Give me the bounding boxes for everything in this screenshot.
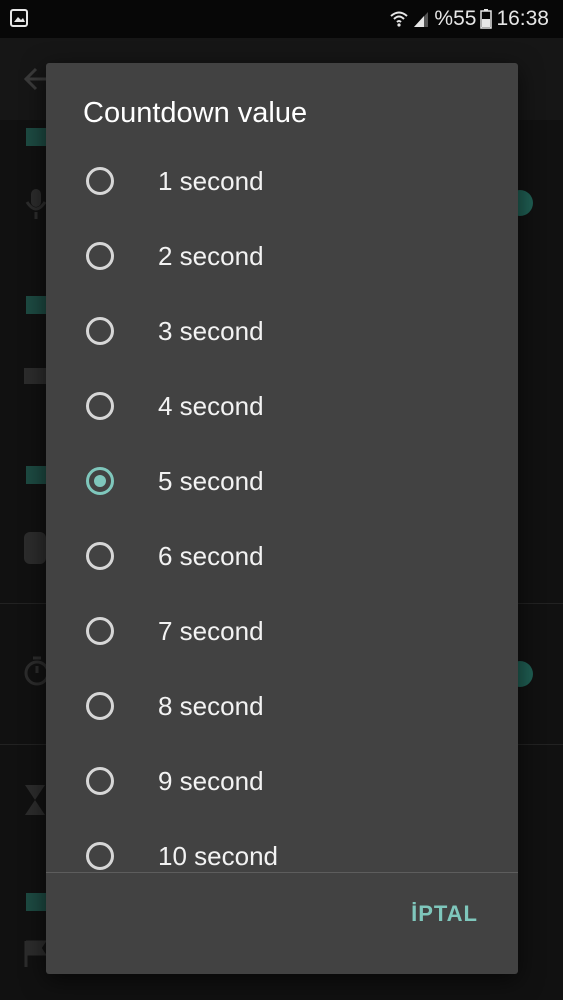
option-2-second[interactable]: 2 second [46,221,518,296]
signal-icon [414,12,429,27]
countdown-dialog: Countdown value 1 second 2 second 3 seco… [46,63,518,974]
radio-button[interactable] [86,542,114,570]
background-section-header [26,893,46,911]
microphone-icon [25,189,47,219]
option-4-second[interactable]: 4 second [46,371,518,446]
option-label: 7 second [158,616,264,646]
option-10-second[interactable]: 10 second [46,821,518,871]
wifi-icon [390,11,409,27]
background-section-header [26,466,46,484]
option-label: 8 second [158,691,264,721]
status-time: 16:38 [496,7,549,30]
option-label: 2 second [158,241,264,271]
status-bar: %55 16:38 [0,0,563,38]
radio-button[interactable] [86,242,114,270]
radio-button[interactable] [86,392,114,420]
option-5-second[interactable]: 5 second [46,446,518,521]
radio-button[interactable] [86,842,114,870]
radio-button[interactable] [86,692,114,720]
camera-icon [24,368,48,384]
option-9-second[interactable]: 9 second [46,746,518,821]
option-label: 5 second [158,466,264,496]
radio-button[interactable] [86,167,114,195]
battery-percent: %55 [434,7,477,30]
gallery-icon [10,9,28,27]
hourglass-icon [25,785,45,815]
background-section-header [26,128,46,146]
status-right: %55 16:38 [390,0,549,38]
radio-button[interactable] [86,317,114,345]
cancel-button[interactable]: İPTAL [407,899,482,929]
touch-icon [24,532,46,564]
radio-button[interactable] [86,767,114,795]
option-3-second[interactable]: 3 second [46,296,518,371]
option-label: 4 second [158,391,264,421]
option-6-second[interactable]: 6 second [46,521,518,596]
radio-button-selected[interactable] [86,467,114,495]
dialog-title: Countdown value [83,97,308,129]
radio-button[interactable] [86,617,114,645]
option-label: 6 second [158,541,264,571]
flag-icon [24,940,46,967]
option-7-second[interactable]: 7 second [46,596,518,671]
option-label: 1 second [158,166,264,196]
option-label: 9 second [158,766,264,796]
screen: %55 16:38 Countdown value 1 second 2 sec… [0,0,563,1000]
option-1-second[interactable]: 1 second [46,146,518,221]
dialog-divider [46,872,518,873]
options-list[interactable]: 1 second 2 second 3 second 4 second 5 se… [46,146,518,871]
option-label: 10 second [158,841,278,871]
option-8-second[interactable]: 8 second [46,671,518,746]
battery-icon [480,9,493,29]
background-section-header [26,296,46,314]
option-label: 3 second [158,316,264,346]
